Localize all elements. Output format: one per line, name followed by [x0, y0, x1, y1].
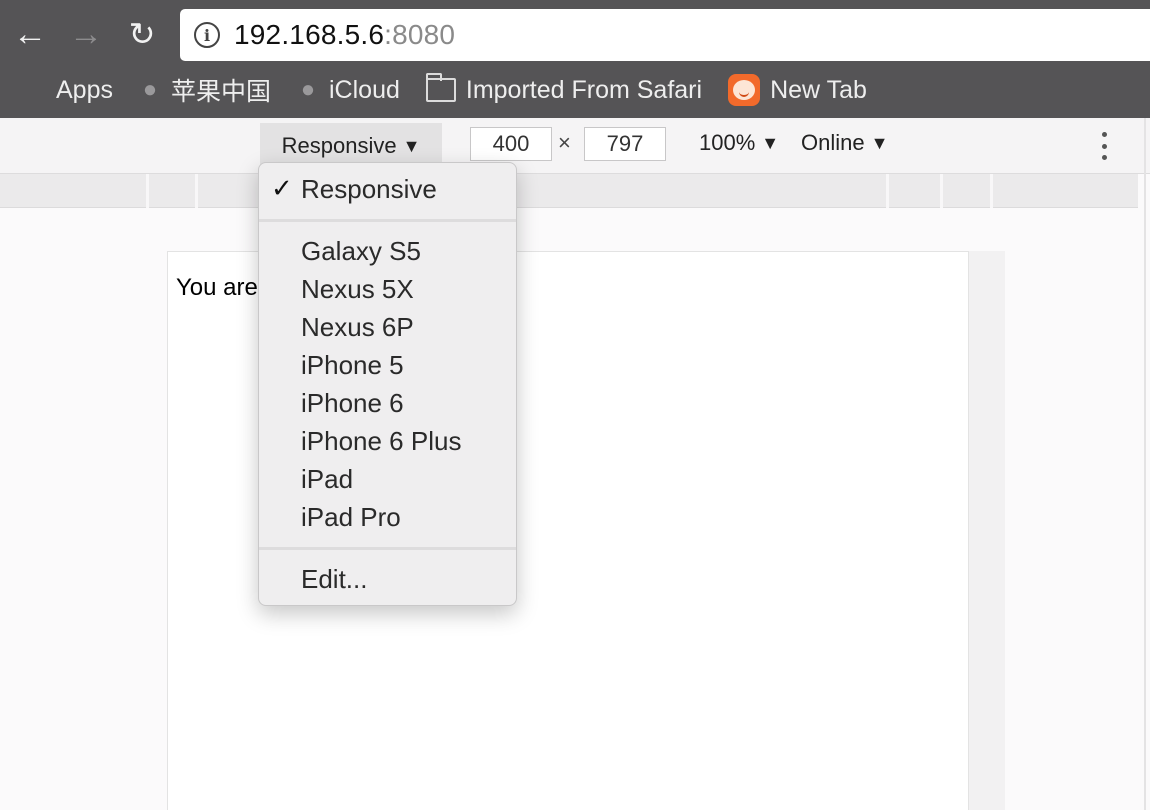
caret-down-icon: ▼: [870, 132, 889, 153]
menu-item-iphone-6[interactable]: iPhone 6: [259, 384, 516, 422]
network-throttle-select[interactable]: Online ▼: [801, 130, 888, 156]
reload-icon: ↻: [128, 16, 156, 52]
menu-item-nexus-5x[interactable]: Nexus 5X: [259, 270, 516, 308]
height-input[interactable]: 797: [584, 127, 666, 161]
address-bar[interactable]: i 192.168.5.6:8080: [180, 9, 1150, 61]
menu-separator: [259, 547, 516, 550]
bookmark-label: iCloud: [329, 75, 400, 104]
device-toolbar: Responsive ▼ 400 × 797 100% ▼ Online ▼: [0, 118, 1150, 174]
width-input[interactable]: 400: [470, 127, 552, 161]
menu-separator: [259, 219, 516, 222]
bookmark-apps[interactable]: Apps: [20, 76, 113, 105]
bookmark-label: 苹果中国: [170, 78, 271, 106]
bookmark-apple-china[interactable]: ● 苹果中国: [139, 72, 271, 108]
bookmark-label: Imported From Safari: [465, 75, 703, 104]
menu-item-ipad-pro[interactable]: iPad Pro: [259, 498, 516, 536]
menu-item-responsive[interactable]: ✓ Responsive: [259, 170, 516, 208]
caret-down-icon: ▼: [402, 135, 421, 156]
bookmark-folder-imported-from-safari[interactable]: Imported From Safari: [425, 73, 703, 105]
bookmark-icloud[interactable]: ● iCloud: [297, 76, 400, 105]
more-options-icon[interactable]: [1094, 132, 1114, 160]
media-query-bar[interactable]: [0, 174, 1138, 208]
new-tab-favicon: [728, 74, 761, 106]
network-label: Online: [801, 130, 865, 155]
url-port: :8080: [384, 19, 456, 50]
apple-icon: ●: [300, 76, 316, 103]
apps-grid-icon: [20, 77, 46, 103]
bookmark-label: Apps: [56, 75, 113, 104]
browser-top-bar: ← → ↻ i 192.168.5.6:8080 Apps ● 苹果中国 ● i…: [0, 0, 1150, 118]
menu-item-edit[interactable]: Edit...: [259, 560, 516, 598]
bookmark-new-tab[interactable]: New Tab: [728, 74, 867, 106]
menu-item-galaxy-s5[interactable]: Galaxy S5: [259, 232, 516, 270]
times-sign: ×: [558, 130, 571, 155]
folder-icon: [425, 73, 456, 102]
back-button[interactable]: ←: [10, 14, 50, 54]
menu-item-iphone-6-plus[interactable]: iPhone 6 Plus: [259, 422, 516, 460]
zoom-select[interactable]: 100% ▼: [699, 130, 779, 156]
device-select-label: Responsive: [281, 133, 397, 158]
bookmarks-bar: Apps ● 苹果中国 ● iCloud Imported From Safar…: [0, 68, 1150, 112]
forward-button[interactable]: →: [66, 14, 106, 54]
zoom-label: 100%: [699, 130, 756, 155]
devtools-divider: [1144, 118, 1146, 810]
caret-down-icon: ▼: [761, 132, 780, 153]
menu-item-iphone-5[interactable]: iPhone 5: [259, 346, 516, 384]
arrow-left-icon: ←: [13, 15, 47, 53]
bookmark-label: New Tab: [770, 75, 867, 104]
checkmark-icon: ✓: [271, 173, 293, 203]
resize-handle[interactable]: [969, 251, 1005, 810]
info-icon[interactable]: i: [194, 22, 220, 48]
menu-item-ipad[interactable]: iPad: [259, 460, 516, 498]
arrow-right-icon: →: [69, 15, 103, 53]
apple-icon: ●: [142, 76, 158, 103]
device-dropdown-menu: ✓ Responsive Galaxy S5 Nexus 5X Nexus 6P…: [258, 162, 517, 606]
menu-item-nexus-6p[interactable]: Nexus 6P: [259, 308, 516, 346]
url-host: 192.168.5.6: [234, 19, 385, 50]
url-text[interactable]: 192.168.5.6:8080: [234, 19, 455, 51]
menu-item-label: Responsive: [301, 173, 437, 204]
reload-button[interactable]: ↻: [122, 14, 162, 54]
